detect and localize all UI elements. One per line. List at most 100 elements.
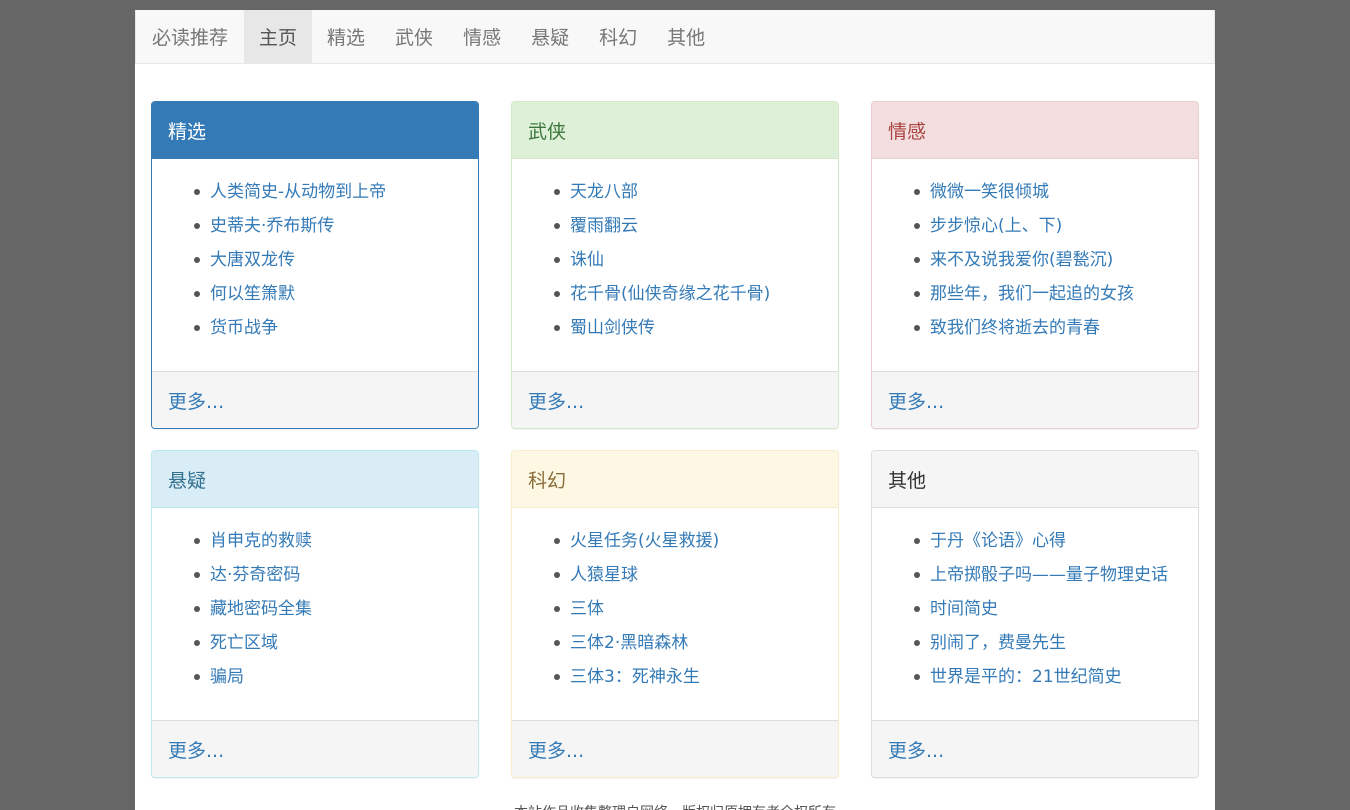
panel-other: 其他 于丹《论语》心得 上帝掷骰子吗——量子物理史话 时间简史 别闹了，费曼先生… <box>871 450 1199 778</box>
book-link[interactable]: 步步惊心(上、下) <box>930 216 1062 236</box>
list-item: 致我们终将逝去的青春 <box>914 311 1182 345</box>
book-link[interactable]: 大唐双龙传 <box>210 250 295 270</box>
list-item: 覆雨翻云 <box>554 209 822 243</box>
top-navbar: 必读推荐 主页 精选 武侠 情感 悬疑 科幻 其他 <box>135 10 1215 64</box>
book-link[interactable]: 蜀山剑侠传 <box>570 318 655 338</box>
list-item: 史蒂夫·乔布斯传 <box>194 209 462 243</box>
book-link[interactable]: 货币战争 <box>210 318 278 338</box>
book-link[interactable]: 肖申克的救赎 <box>210 531 312 551</box>
panel-body: 微微一笑很倾城 步步惊心(上、下) 来不及说我爱你(碧甃沉) 那些年，我们一起追… <box>872 159 1198 371</box>
list-item: 骗局 <box>194 660 462 694</box>
more-link[interactable]: 更多... <box>168 736 224 763</box>
book-link[interactable]: 史蒂夫·乔布斯传 <box>210 216 334 236</box>
book-link[interactable]: 那些年，我们一起追的女孩 <box>930 284 1134 304</box>
panel-body: 肖申克的救赎 达·芬奇密码 藏地密码全集 死亡区域 骗局 <box>152 508 478 720</box>
list-item: 货币战争 <box>194 311 462 345</box>
book-link[interactable]: 时间简史 <box>930 599 998 619</box>
book-link[interactable]: 三体2·黑暗森林 <box>570 633 688 653</box>
book-link[interactable]: 三体3：死神永生 <box>570 667 700 687</box>
nav-tab-wuxia[interactable]: 武侠 <box>380 10 448 63</box>
copyright-footer: 本站作品收集整理自网络，版权归原拥有者全权所有 <box>135 802 1215 810</box>
panel-body: 天龙八部 覆雨翻云 诛仙 花千骨(仙侠奇缘之花千骨) 蜀山剑侠传 <box>512 159 838 371</box>
book-link[interactable]: 别闹了，费曼先生 <box>930 633 1066 653</box>
panel-footer: 更多... <box>152 371 478 428</box>
nav-tab-home[interactable]: 主页 <box>244 10 313 63</box>
book-list: 天龙八部 覆雨翻云 诛仙 花千骨(仙侠奇缘之花千骨) 蜀山剑侠传 <box>528 175 822 345</box>
book-list: 微微一笑很倾城 步步惊心(上、下) 来不及说我爱你(碧甃沉) 那些年，我们一起追… <box>888 175 1182 345</box>
book-link[interactable]: 何以笙箫默 <box>210 284 295 304</box>
list-item: 何以笙箫默 <box>194 277 462 311</box>
panel-footer: 更多... <box>872 371 1198 428</box>
list-item: 死亡区域 <box>194 626 462 660</box>
panel-title: 科幻 <box>512 451 838 508</box>
book-list: 火星任务(火星救援) 人猿星球 三体 三体2·黑暗森林 三体3：死神永生 <box>528 524 822 694</box>
panel-scifi: 科幻 火星任务(火星救援) 人猿星球 三体 三体2·黑暗森林 三体3：死神永生 … <box>511 450 839 778</box>
navbar-brand[interactable]: 必读推荐 <box>136 10 244 63</box>
book-link[interactable]: 死亡区域 <box>210 633 278 653</box>
more-link[interactable]: 更多... <box>528 387 584 414</box>
nav-tab-featured[interactable]: 精选 <box>312 10 380 63</box>
list-item: 三体2·黑暗森林 <box>554 626 822 660</box>
panel-title: 武侠 <box>512 102 838 159</box>
more-link[interactable]: 更多... <box>888 736 944 763</box>
panel-body: 火星任务(火星救援) 人猿星球 三体 三体2·黑暗森林 三体3：死神永生 <box>512 508 838 720</box>
panel-romance: 情感 微微一笑很倾城 步步惊心(上、下) 来不及说我爱你(碧甃沉) 那些年，我们… <box>871 101 1199 429</box>
book-link[interactable]: 三体 <box>570 599 604 619</box>
book-link[interactable]: 人猿星球 <box>570 565 638 585</box>
list-item: 三体3：死神永生 <box>554 660 822 694</box>
panel-title: 其他 <box>872 451 1198 508</box>
book-list: 于丹《论语》心得 上帝掷骰子吗——量子物理史话 时间简史 别闹了，费曼先生 世界… <box>888 524 1182 694</box>
list-item: 微微一笑很倾城 <box>914 175 1182 209</box>
list-item: 肖申克的救赎 <box>194 524 462 558</box>
panel-footer: 更多... <box>872 720 1198 777</box>
panel-footer: 更多... <box>512 720 838 777</box>
page-container: 必读推荐 主页 精选 武侠 情感 悬疑 科幻 其他 精选 人类简史-从动物到上帝… <box>135 10 1215 810</box>
list-item: 花千骨(仙侠奇缘之花千骨) <box>554 277 822 311</box>
nav-tab-scifi[interactable]: 科幻 <box>584 10 652 63</box>
panel-footer: 更多... <box>512 371 838 428</box>
book-link[interactable]: 微微一笑很倾城 <box>930 182 1049 202</box>
list-item: 三体 <box>554 592 822 626</box>
book-link[interactable]: 火星任务(火星救援) <box>570 531 719 551</box>
more-link[interactable]: 更多... <box>168 387 224 414</box>
book-link[interactable]: 人类简史-从动物到上帝 <box>210 182 386 202</box>
book-link[interactable]: 天龙八部 <box>570 182 638 202</box>
book-link[interactable]: 致我们终将逝去的青春 <box>930 318 1100 338</box>
list-item: 诛仙 <box>554 243 822 277</box>
book-link[interactable]: 覆雨翻云 <box>570 216 638 236</box>
nav-tab-other[interactable]: 其他 <box>652 10 720 63</box>
list-item: 藏地密码全集 <box>194 592 462 626</box>
list-item: 别闹了，费曼先生 <box>914 626 1182 660</box>
list-item: 达·芬奇密码 <box>194 558 462 592</box>
book-link[interactable]: 于丹《论语》心得 <box>930 531 1066 551</box>
book-link[interactable]: 骗局 <box>210 667 244 687</box>
nav-tab-romance[interactable]: 情感 <box>448 10 516 63</box>
more-link[interactable]: 更多... <box>888 387 944 414</box>
panel-body: 于丹《论语》心得 上帝掷骰子吗——量子物理史话 时间简史 别闹了，费曼先生 世界… <box>872 508 1198 720</box>
list-item: 那些年，我们一起追的女孩 <box>914 277 1182 311</box>
panel-footer: 更多... <box>152 720 478 777</box>
book-link[interactable]: 达·芬奇密码 <box>210 565 300 585</box>
category-grid: 精选 人类简史-从动物到上帝 史蒂夫·乔布斯传 大唐双龙传 何以笙箫默 货币战争… <box>151 101 1199 778</box>
panel-featured: 精选 人类简史-从动物到上帝 史蒂夫·乔布斯传 大唐双龙传 何以笙箫默 货币战争… <box>151 101 479 429</box>
list-item: 人猿星球 <box>554 558 822 592</box>
list-item: 世界是平的：21世纪简史 <box>914 660 1182 694</box>
book-list: 肖申克的救赎 达·芬奇密码 藏地密码全集 死亡区域 骗局 <box>168 524 462 694</box>
list-item: 来不及说我爱你(碧甃沉) <box>914 243 1182 277</box>
panel-mystery: 悬疑 肖申克的救赎 达·芬奇密码 藏地密码全集 死亡区域 骗局 更多... <box>151 450 479 778</box>
book-link[interactable]: 世界是平的：21世纪简史 <box>930 667 1122 687</box>
book-link[interactable]: 上帝掷骰子吗——量子物理史话 <box>930 565 1168 585</box>
nav-tab-mystery[interactable]: 悬疑 <box>516 10 584 63</box>
panel-body: 人类简史-从动物到上帝 史蒂夫·乔布斯传 大唐双龙传 何以笙箫默 货币战争 <box>152 159 478 371</box>
list-item: 人类简史-从动物到上帝 <box>194 175 462 209</box>
book-link[interactable]: 来不及说我爱你(碧甃沉) <box>930 250 1113 270</box>
list-item: 大唐双龙传 <box>194 243 462 277</box>
book-link[interactable]: 诛仙 <box>570 250 604 270</box>
list-item: 蜀山剑侠传 <box>554 311 822 345</box>
list-item: 火星任务(火星救援) <box>554 524 822 558</box>
book-link[interactable]: 藏地密码全集 <box>210 599 312 619</box>
more-link[interactable]: 更多... <box>528 736 584 763</box>
panel-title: 悬疑 <box>152 451 478 508</box>
book-link[interactable]: 花千骨(仙侠奇缘之花千骨) <box>570 284 770 304</box>
panel-wuxia: 武侠 天龙八部 覆雨翻云 诛仙 花千骨(仙侠奇缘之花千骨) 蜀山剑侠传 更多..… <box>511 101 839 429</box>
